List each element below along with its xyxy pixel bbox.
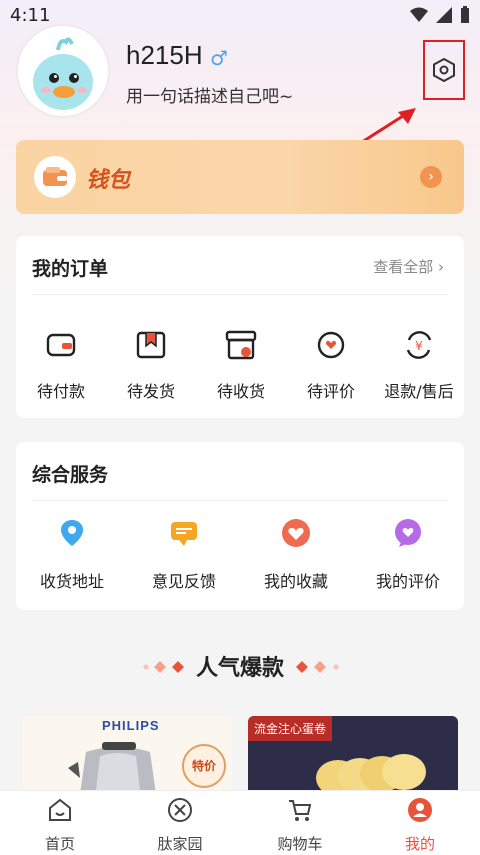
orders-title: 我的订单 (32, 258, 109, 280)
community-icon (168, 798, 192, 822)
service-address[interactable]: 收货地址 (22, 518, 122, 592)
tab-cart[interactable]: 购物车 (240, 797, 360, 854)
refund-icon: ¥ (406, 331, 432, 359)
order-item-label: 待收货 (216, 382, 265, 401)
tab-profile[interactable]: 我的 (360, 797, 480, 854)
duck-avatar-icon (33, 37, 93, 110)
service-label: 意见反馈 (151, 572, 216, 591)
tab-label: 首页 (44, 835, 75, 853)
bottom-tab-bar: 首页 肽家园 购物车 我的 (0, 790, 480, 855)
status-time: 4:11 (10, 5, 51, 26)
orders-card: 我的订单 查看全部 › 待付款 待发货 待收货 待评价 ¥ 退款/售后 (16, 236, 464, 418)
tab-community[interactable]: 肽家园 (120, 797, 240, 854)
cart-icon (289, 800, 312, 821)
order-pending-receipt[interactable]: 待收货 (196, 328, 286, 402)
feedback-icon (171, 522, 197, 546)
order-item-label: 退款/售后 (384, 382, 454, 401)
tab-label: 购物车 (277, 835, 323, 853)
decor-diamonds-left-icon (143, 661, 184, 673)
wallet-label: 钱包 (86, 168, 131, 193)
service-feedback[interactable]: 意见反馈 (134, 518, 234, 592)
review-icon (317, 331, 345, 359)
popular-section-header: 人气爆款 (0, 650, 480, 682)
gender-male-icon: ♂ (210, 46, 228, 70)
comment-heart-icon (395, 519, 421, 547)
heart-icon (282, 519, 310, 547)
service-label: 我的收藏 (263, 572, 328, 591)
delivery-box-icon (225, 330, 257, 360)
order-pending-payment[interactable]: 待付款 (16, 328, 106, 402)
order-pending-review[interactable]: 待评价 (286, 328, 376, 402)
order-item-label: 待付款 (36, 382, 85, 401)
wallet-banner[interactable]: 钱包 › (16, 140, 464, 214)
wallet-icon (43, 167, 67, 186)
svg-text:¥: ¥ (415, 339, 423, 353)
order-refund[interactable]: ¥ 退款/售后 (374, 328, 464, 402)
wallet-badge (34, 156, 76, 198)
kettle-image (68, 742, 157, 796)
profile-icon (408, 798, 432, 822)
popular-title: 人气爆款 (195, 656, 284, 681)
service-my-reviews[interactable]: 我的评价 (358, 518, 458, 592)
settings-hexagon-icon (433, 58, 455, 82)
location-pin-icon (61, 520, 83, 546)
home-icon (49, 798, 71, 821)
battery-icon (461, 6, 469, 23)
wallet-icon (46, 333, 76, 357)
bio-text[interactable]: 用一句话描述自己吧~ (126, 82, 293, 107)
product-card[interactable]: 流金注心蛋卷 (248, 716, 458, 796)
product-card[interactable]: PHILIPS 特价 (22, 716, 232, 796)
egg-roll-image (316, 754, 426, 796)
order-item-label: 待发货 (126, 382, 175, 401)
tab-label: 我的 (404, 835, 435, 853)
avatar[interactable] (18, 26, 108, 116)
product-brand: PHILIPS (102, 718, 160, 733)
wifi-icon (410, 7, 428, 22)
settings-button[interactable] (423, 40, 465, 100)
service-label: 我的评价 (375, 572, 440, 591)
services-card: 综合服务 收货地址 意见反馈 我的收藏 我的评价 (16, 442, 464, 610)
service-favorites[interactable]: 我的收藏 (246, 518, 346, 592)
order-item-label: 待评价 (306, 382, 355, 401)
services-title: 综合服务 (32, 464, 109, 486)
username[interactable]: h215H (126, 40, 203, 71)
view-all-orders-link[interactable]: 查看全部 › (373, 256, 444, 277)
status-icons (410, 6, 470, 24)
decor-diamonds-right-icon (296, 661, 339, 673)
service-label: 收货地址 (39, 572, 104, 591)
signal-icon (436, 7, 452, 23)
divider (32, 500, 448, 501)
tab-label: 肽家园 (157, 835, 203, 853)
divider (32, 294, 448, 295)
tab-home[interactable]: 首页 (0, 797, 120, 854)
order-pending-shipment[interactable]: 待发货 (106, 328, 196, 402)
product-sale-tag: 特价 (182, 744, 226, 788)
package-icon (136, 331, 166, 359)
wallet-arrow-icon: › (420, 166, 442, 188)
